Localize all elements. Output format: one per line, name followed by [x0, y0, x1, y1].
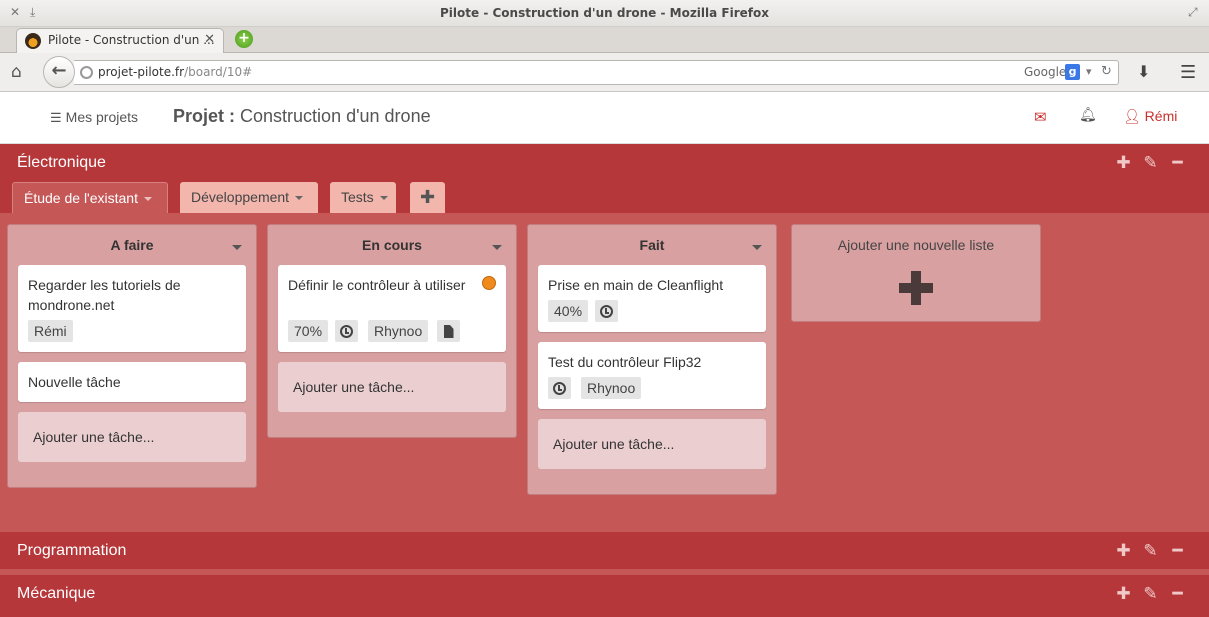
category-actions: ✚ ✎ ━ [1110, 541, 1191, 561]
download-icon[interactable]: ⬇ [1137, 62, 1150, 81]
category-actions: ✚ ✎ ━ [1110, 584, 1191, 604]
list-fait: Fait Prise en main de Cleanflight 40% Te… [527, 224, 777, 495]
add-icon[interactable]: ✚ [1110, 584, 1137, 604]
page-title: Projet : Construction d'un drone [173, 106, 431, 127]
task-title: Regarder les tutoriels de mondrone.net [28, 277, 181, 313]
subtab-etude[interactable]: Étude de l'existant [12, 182, 168, 213]
clock-icon [548, 377, 571, 399]
project-name: Construction d'un drone [240, 106, 431, 126]
add-subtab-button[interactable]: ✚ [410, 182, 445, 213]
edit-icon[interactable]: ✎ [1137, 153, 1164, 173]
user-icon: 👤︎ [1123, 108, 1141, 124]
bell-icon[interactable]: 🔔︎ [1079, 107, 1097, 123]
caret-down-icon[interactable] [492, 245, 502, 250]
app-header: ☰ Mes projets Projet : Construction d'un … [0, 92, 1209, 144]
navigation-toolbar: ⌂ projet-pilote.fr/board/10# Google g ▾ … [0, 53, 1209, 92]
assignee-badge: Rémi [28, 320, 73, 342]
add-icon[interactable]: ✚ [1110, 153, 1137, 173]
category-title[interactable]: Mécanique [17, 585, 95, 603]
category-mecanique: Mécanique ✚ ✎ ━ [0, 575, 1209, 617]
task-title: Nouvelle tâche [28, 374, 121, 390]
progress-badge: 40% [548, 300, 589, 322]
my-projects-link[interactable]: ☰ Mes projets [50, 109, 138, 126]
collapse-icon[interactable]: ━ [1164, 584, 1191, 604]
edit-icon[interactable]: ✎ [1137, 541, 1164, 561]
document-icon [437, 320, 460, 342]
drone-favicon-icon [25, 33, 41, 49]
task-card[interactable]: Définir le contrôleur à utiliser 70% Rhy… [278, 265, 506, 352]
url-bar[interactable]: projet-pilote.fr/board/10# Google g ▾ ↻ [74, 60, 1119, 85]
new-tab-button[interactable]: + [235, 30, 253, 48]
task-card[interactable]: Test du contrôleur Flip32 Rhynoo [538, 342, 766, 409]
status-dot [482, 276, 496, 290]
list-title: A faire [110, 237, 154, 253]
user-name: Rémi [1144, 108, 1178, 124]
browser-tab-active[interactable]: Pilote - Construction d'un ... ✕ [16, 28, 224, 54]
mail-icon[interactable]: ✉ [1034, 108, 1047, 126]
category-programmation: Programmation ✚ ✎ ━ [0, 532, 1209, 569]
caret-down-icon[interactable] [232, 245, 242, 250]
subtab-tests[interactable]: Tests [330, 182, 396, 213]
add-task-button[interactable]: Ajouter une tâche... [278, 362, 506, 412]
maximize-window-icon[interactable]: ⤢ [1188, 5, 1198, 19]
kanban-board: A faire Regarder les tutoriels de mondro… [0, 213, 1209, 532]
list-title: En cours [362, 237, 422, 253]
user-menu[interactable]: 👤︎ Rémi [1123, 108, 1177, 125]
subtab-label: Développement [191, 189, 290, 205]
task-card[interactable]: Prise en main de Cleanflight 40% [538, 265, 766, 332]
subtab-label: Tests [341, 189, 374, 205]
project-label: Projet : [173, 106, 236, 126]
list-title: Fait [639, 237, 665, 253]
home-icon[interactable]: ⌂ [11, 62, 22, 82]
collapse-icon[interactable]: ━ [1164, 153, 1191, 173]
add-task-button[interactable]: Ajouter une tâche... [538, 419, 766, 469]
url-host: projet-pilote.fr [98, 65, 185, 79]
list-icon: ☰ [50, 110, 62, 125]
list-en-cours: En cours Définir le contrôleur à utilise… [267, 224, 517, 438]
tab-strip: Pilote - Construction d'un ... ✕ [0, 27, 1209, 54]
caret-down-icon [379, 196, 388, 201]
assignee-badge: Rhynoo [581, 377, 642, 399]
google-icon[interactable]: g [1065, 64, 1080, 80]
subtab-label: Étude de l'existant [24, 190, 138, 206]
progress-badge: 70% [288, 320, 329, 342]
search-engine-label[interactable]: Google [1024, 65, 1066, 79]
globe-icon [80, 66, 93, 79]
url-text: projet-pilote.fr/board/10# [98, 65, 252, 79]
category-title[interactable]: Programmation [17, 542, 126, 560]
back-button[interactable]: ← [43, 56, 75, 88]
add-list-label: Ajouter une nouvelle liste [837, 237, 995, 253]
add-icon[interactable]: ✚ [1110, 541, 1137, 561]
my-projects-label: Mes projets [65, 109, 139, 125]
caret-down-icon[interactable] [752, 245, 762, 250]
category-title[interactable]: Électronique [17, 154, 106, 172]
assignee-badge: Rhynoo [368, 320, 429, 342]
plus-icon [896, 271, 936, 305]
chevron-down-icon[interactable]: ▾ [1086, 65, 1092, 78]
reload-icon[interactable]: ↻ [1101, 64, 1112, 79]
clock-icon [595, 300, 618, 322]
window-title: Pilote - Construction d'un drone - Mozil… [440, 6, 769, 20]
caret-down-icon [295, 196, 304, 201]
task-title: Définir le contrôleur à utiliser [288, 277, 466, 293]
close-tab-icon[interactable]: ✕ [204, 32, 215, 47]
category-actions: ✚ ✎ ━ [1110, 153, 1191, 173]
caret-down-icon [143, 197, 152, 202]
add-list-button[interactable]: Ajouter une nouvelle liste [791, 224, 1041, 322]
url-path: /board/10# [184, 65, 253, 79]
category-electronique: Électronique ✚ ✎ ━ Étude de l'existant Dév… [0, 144, 1209, 213]
task-title: Test du contrôleur Flip32 [548, 354, 702, 370]
task-card[interactable]: Regarder les tutoriels de mondrone.net R… [18, 265, 246, 352]
window-titlebar: ✕ ⤓ Pilote - Construction d'un drone - M… [0, 0, 1209, 27]
subtab-developpement[interactable]: Développement [180, 182, 318, 213]
list-a-faire: A faire Regarder les tutoriels de mondro… [7, 224, 257, 488]
hamburger-menu-icon[interactable]: ☰ [1180, 62, 1196, 83]
collapse-icon[interactable]: ━ [1164, 541, 1191, 561]
edit-icon[interactable]: ✎ [1137, 584, 1164, 604]
task-title: Prise en main de Cleanflight [548, 277, 724, 293]
task-card[interactable]: Nouvelle tâche [18, 362, 246, 402]
browser-tab-title: Pilote - Construction d'un ... [48, 33, 215, 47]
clock-icon [335, 320, 358, 342]
add-task-button[interactable]: Ajouter une tâche... [18, 412, 246, 462]
